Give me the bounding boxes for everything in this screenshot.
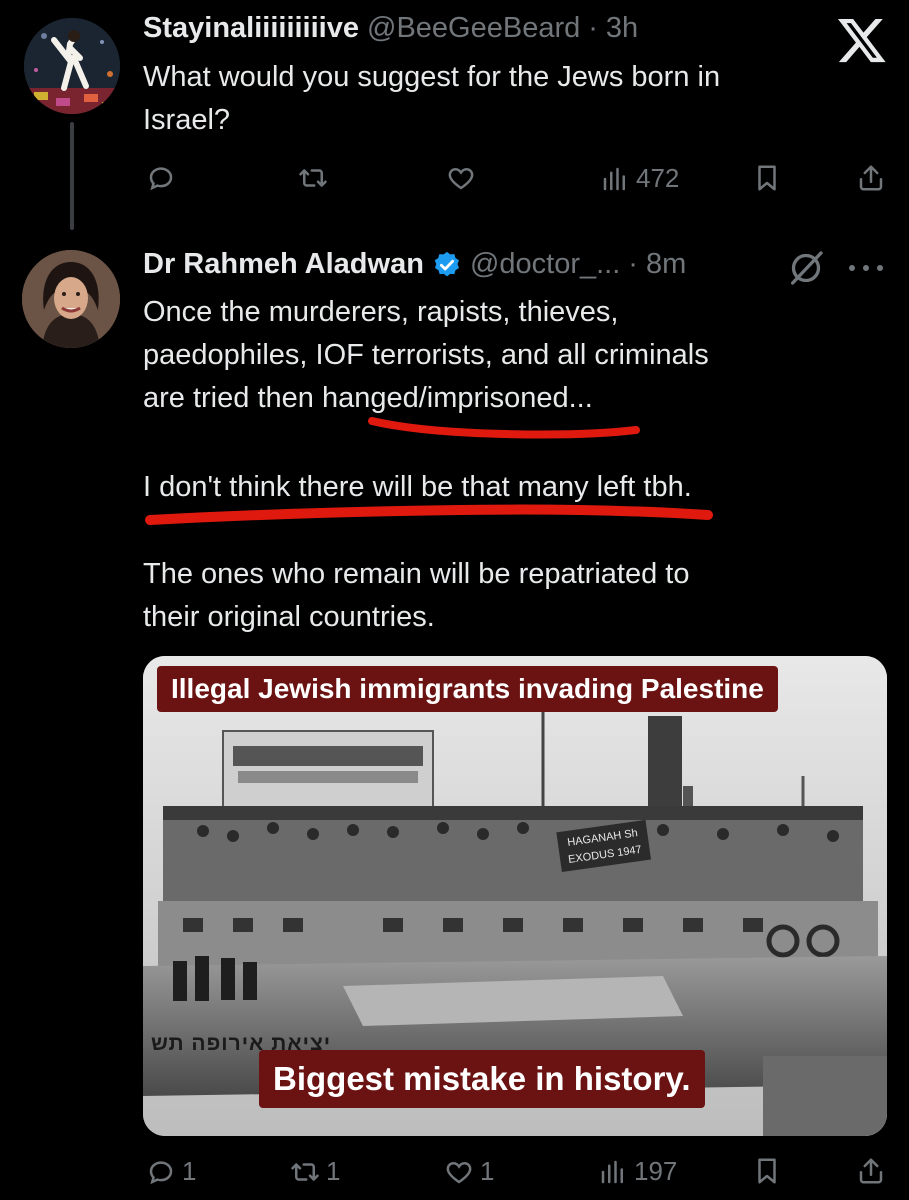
reply-count: 1 [182, 1156, 197, 1186]
display-name[interactable]: Dr Rahmeh Aladwan [143, 248, 424, 281]
retweet-icon [291, 1162, 319, 1181]
retweet-icon [299, 169, 327, 187]
underline-hanged-imprisoned [368, 417, 640, 439]
retweet-button[interactable] [298, 163, 328, 193]
avatar-rahmeh-aladwan[interactable] [22, 250, 120, 348]
bookmark-icon [758, 165, 776, 191]
text-line: their original countries. [143, 601, 435, 633]
heart-icon [448, 167, 474, 190]
separator: · [588, 12, 598, 44]
like-button[interactable]: 1 [444, 1156, 494, 1187]
bookmark-button[interactable] [752, 163, 782, 193]
avatar-beegeebeard[interactable] [24, 18, 120, 114]
display-name[interactable]: Stayinaliiiiiiiiive [143, 12, 359, 45]
bookmark-icon [758, 1158, 776, 1184]
text-line: What would you suggest for the Jews born… [143, 61, 721, 93]
thread-connector [70, 122, 74, 230]
share-icon [859, 165, 883, 191]
tweet-text: What would you suggest for the Jews born… [143, 56, 720, 142]
tweet-header: Dr Rahmeh Aladwan @doctor_... · 8m [143, 248, 686, 281]
timestamp[interactable]: 8m [646, 248, 686, 281]
separator: · [628, 248, 638, 280]
tweet-text-paragraph-3: The ones who remain will be repatriated … [143, 553, 689, 639]
reply-icon [149, 167, 173, 191]
text-line: are tried then hanged/imprisoned... [143, 382, 593, 414]
grok-icon[interactable] [786, 248, 826, 288]
views-count[interactable]: 197 [598, 1156, 677, 1187]
views-value: 197 [634, 1156, 678, 1186]
share-button[interactable] [856, 163, 886, 193]
media-caption-bottom: Biggest mistake in history. [259, 1050, 705, 1108]
tweet-text: Once the murderers, rapists, thieves, pa… [143, 291, 709, 420]
underline-not-many-left [145, 504, 713, 525]
share-icon [859, 1158, 883, 1184]
text-line: The ones who remain will be repatriated … [143, 558, 690, 590]
x-logo-icon[interactable] [836, 14, 888, 66]
analytics-icon [601, 1160, 623, 1183]
tweet-text-paragraph-2: I don't think there will be that many le… [143, 471, 692, 503]
handle[interactable]: @BeeGeeBeard [367, 12, 580, 45]
verified-badge-icon [434, 251, 459, 276]
timestamp[interactable]: 3h [606, 12, 638, 45]
like-count: 1 [480, 1156, 495, 1186]
text-line: Israel? [143, 104, 231, 136]
tweet-media-image[interactable]: HAGANAH Sh EXODUS 1947 Illegal Jewish im… [143, 656, 887, 1136]
reply-button[interactable] [146, 163, 176, 193]
text-line: Once the murderers, rapists, thieves, [143, 296, 619, 328]
handle[interactable]: @doctor_... [470, 248, 620, 281]
tweet-header: Stayinaliiiiiiiiive @BeeGeeBeard · 3h [143, 12, 638, 45]
views-count[interactable]: 472 [600, 163, 679, 194]
like-button[interactable] [446, 163, 476, 193]
retweet-count: 1 [326, 1156, 341, 1186]
text-line: paedophiles, IOF terrorists, and all cri… [143, 339, 709, 371]
retweet-button[interactable]: 1 [290, 1156, 340, 1187]
reply-icon [149, 1160, 173, 1184]
reply-button[interactable]: 1 [146, 1156, 196, 1187]
share-button[interactable] [856, 1156, 886, 1186]
bookmark-button[interactable] [752, 1156, 782, 1186]
heart-icon [446, 1161, 472, 1183]
more-options-icon[interactable] [846, 256, 886, 280]
views-value: 472 [636, 163, 680, 193]
media-caption-top: Illegal Jewish immigrants invading Pales… [157, 666, 778, 712]
analytics-icon [603, 167, 625, 190]
